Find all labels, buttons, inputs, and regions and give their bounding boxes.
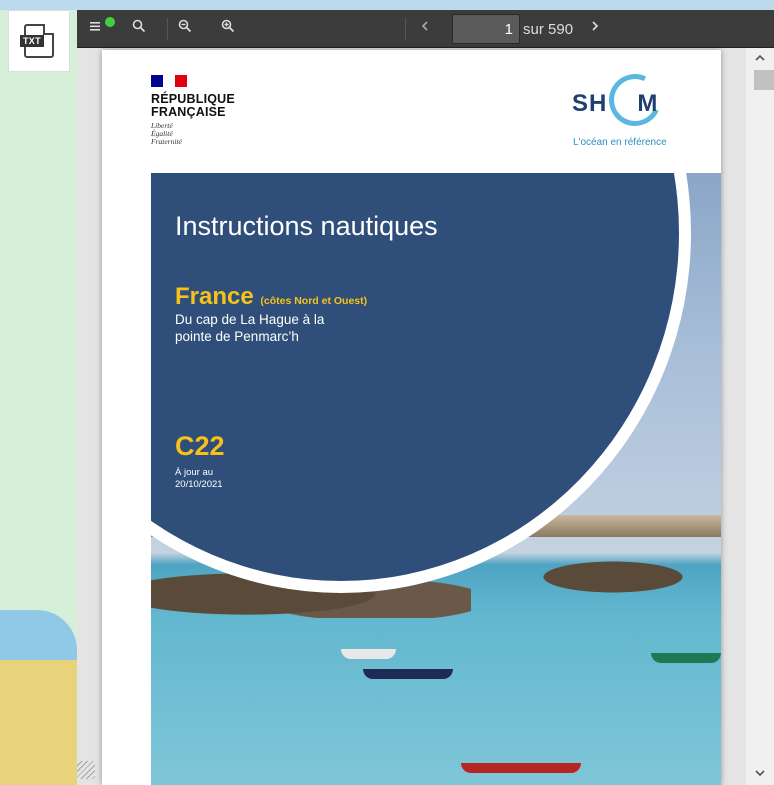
shom-tagline: L'océan en référence <box>573 137 667 148</box>
motto-line: Fraternité <box>151 137 182 146</box>
french-flag-icon <box>151 75 187 87</box>
toolbar-separator <box>405 18 406 40</box>
rocks <box>541 553 721 593</box>
shom-wordmark: SH M <box>572 90 658 118</box>
search-icon[interactable] <box>127 14 151 38</box>
region-detail: (côtes Nord et Ouest) <box>260 295 368 307</box>
subtitle-line: Du cap de La Hague à la <box>175 312 325 327</box>
toolbar-separator <box>167 18 168 40</box>
document-code: C22 <box>175 431 225 461</box>
document-page: RÉPUBLIQUE FRANÇAISE Liberté Égalité Fra… <box>102 50 721 785</box>
boat <box>363 669 453 679</box>
document-region: France (côtes Nord et Ouest) <box>175 283 367 311</box>
cover-image: Instructions nautiques France (côtes Nor… <box>151 173 721 785</box>
map-land <box>0 660 77 785</box>
shom-logo: SH M L'océan en référence <box>572 66 682 152</box>
update-info: À jour au 20/10/2021 <box>175 467 223 491</box>
text-file-icon: TXT <box>20 24 54 58</box>
republique-francaise-logo: RÉPUBLIQUE FRANÇAISE Liberté Égalité Fra… <box>151 75 235 146</box>
vertical-scrollbar[interactable] <box>746 48 774 785</box>
republic-motto: Liberté Égalité Fraternité <box>151 122 235 146</box>
shom-wordmark-right: M <box>637 90 659 117</box>
republic-name-line2: FRANÇAISE <box>151 105 226 119</box>
subtitle-line: pointe de Penmarc’h <box>175 329 299 344</box>
zoom-in-icon[interactable] <box>216 14 240 38</box>
update-label: À jour au <box>175 467 214 478</box>
chevron-right-icon[interactable] <box>583 14 607 38</box>
document-subtitle: Du cap de La Hague à la pointe de Penmar… <box>175 311 375 345</box>
pdf-viewer: sur 590 RÉPUBLIQUE FRANÇAISE Liberté Éga… <box>77 10 774 785</box>
status-indicator <box>105 17 115 27</box>
region-name: France <box>175 283 254 310</box>
viewer-toolbar: sur 590 <box>77 10 774 48</box>
scrollbar-thumb[interactable] <box>754 70 774 90</box>
boat <box>651 653 721 663</box>
boat <box>461 763 581 773</box>
page-total: sur 590 <box>523 21 574 38</box>
document-title: Instructions nautiques <box>175 211 438 241</box>
scroll-up-icon[interactable] <box>752 52 768 66</box>
chevron-left-icon[interactable] <box>413 14 437 38</box>
boat <box>341 649 396 659</box>
map-sea <box>0 0 774 10</box>
shom-wordmark-left: SH <box>572 90 608 117</box>
scroll-down-icon[interactable] <box>752 767 768 781</box>
txt-label: TXT <box>20 35 44 47</box>
zoom-out-icon[interactable] <box>173 14 197 38</box>
update-date: 20/10/2021 <box>175 479 223 490</box>
txt-download-button[interactable]: TXT <box>8 10 70 72</box>
republic-name: RÉPUBLIQUE FRANÇAISE <box>151 93 235 119</box>
resize-handle-icon[interactable] <box>77 761 95 779</box>
page-number-input[interactable] <box>452 14 520 44</box>
